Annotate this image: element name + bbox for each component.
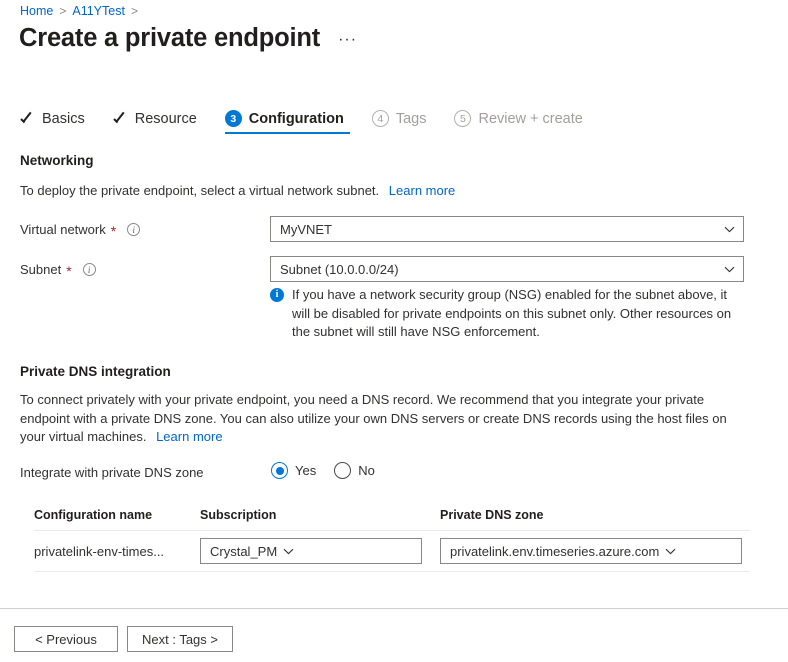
wizard-step-basics[interactable]: Basics	[20, 111, 99, 134]
breadcrumb-item-home[interactable]: Home	[20, 4, 53, 18]
breadcrumb-separator-icon: >	[59, 4, 66, 18]
subscription-dropdown[interactable]: Crystal_PM	[200, 538, 422, 564]
configuration-name-value: privatelink-env-times...	[34, 544, 192, 559]
step-number-badge: 3	[225, 110, 242, 127]
check-icon	[113, 111, 128, 126]
wizard-step-label: Resource	[135, 111, 197, 127]
dns-configuration-table: Configuration name Subscription Private …	[34, 508, 750, 572]
step-number-badge: 5	[454, 110, 471, 127]
chevron-down-icon	[724, 264, 735, 275]
step-number-badge: 4	[372, 110, 389, 127]
footer-divider	[0, 608, 788, 609]
next-tags-button[interactable]: Next : Tags >	[127, 626, 233, 652]
radio-unselected-icon	[334, 462, 351, 479]
previous-button[interactable]: < Previous	[14, 626, 118, 652]
networking-description: To deploy the private endpoint, select a…	[20, 182, 720, 201]
chevron-down-icon	[283, 546, 294, 557]
cell-configuration-name: privatelink-env-times...	[34, 544, 200, 559]
page-header: Create a private endpoint ···	[19, 26, 357, 52]
radio-option-label: Yes	[295, 463, 316, 478]
radio-selected-icon	[271, 462, 288, 479]
virtual-network-value: MyVNET	[280, 222, 718, 237]
virtual-network-label-text: Virtual network	[20, 222, 106, 237]
virtual-network-label: Virtual network * i	[20, 222, 140, 237]
subscription-value: Crystal_PM	[210, 544, 277, 559]
radio-option-yes[interactable]: Yes	[271, 462, 316, 479]
radio-option-no[interactable]: No	[334, 462, 375, 479]
cell-subscription: Crystal_PM	[200, 538, 440, 564]
breadcrumb-item-a11ytest[interactable]: A11YTest	[72, 4, 125, 18]
wizard-step-resource[interactable]: Resource	[113, 111, 211, 134]
private-dns-zone-value: privatelink.env.timeseries.azure.com	[450, 544, 659, 559]
wizard-step-label: Configuration	[249, 111, 344, 127]
chevron-down-icon	[665, 546, 676, 557]
private-dns-learn-more-link[interactable]: Learn more	[156, 429, 222, 444]
chevron-down-icon	[724, 224, 735, 235]
integrate-dns-zone-radio-group: Yes No	[271, 462, 375, 479]
wizard-step-label: Review + create	[478, 111, 582, 127]
wizard-step-review-create[interactable]: 5 Review + create	[454, 110, 596, 134]
integrate-dns-zone-label: Integrate with private DNS zone	[20, 465, 204, 480]
integrate-dns-zone-label-text: Integrate with private DNS zone	[20, 465, 204, 480]
check-icon	[20, 111, 35, 126]
column-header-subscription: Subscription	[200, 508, 440, 522]
table-row: privatelink-env-times... Crystal_PM priv…	[34, 531, 750, 572]
column-header-private-dns-zone: Private DNS zone	[440, 508, 750, 522]
required-marker: *	[111, 224, 116, 238]
virtual-network-dropdown[interactable]: MyVNET	[270, 216, 744, 242]
private-dns-description-text: To connect privately with your private e…	[20, 392, 727, 444]
nsg-info-message: i If you have a network security group (…	[270, 286, 744, 342]
subnet-label-text: Subnet	[20, 262, 61, 277]
wizard-step-label: Tags	[396, 111, 427, 127]
cell-private-dns-zone: privatelink.env.timeseries.azure.com	[440, 538, 750, 564]
networking-learn-more-link[interactable]: Learn more	[389, 183, 455, 198]
required-marker: *	[66, 264, 71, 278]
table-header-row: Configuration name Subscription Private …	[34, 508, 750, 531]
nsg-info-message-text: If you have a network security group (NS…	[292, 286, 744, 342]
info-icon[interactable]: i	[127, 223, 140, 236]
private-dns-zone-dropdown[interactable]: privatelink.env.timeseries.azure.com	[440, 538, 742, 564]
radio-option-label: No	[358, 463, 375, 478]
wizard-step-label: Basics	[42, 111, 85, 127]
more-options-icon[interactable]: ···	[338, 32, 357, 52]
wizard-step-configuration[interactable]: 3 Configuration	[225, 110, 358, 134]
subnet-dropdown[interactable]: Subnet (10.0.0.0/24)	[270, 256, 744, 282]
subnet-value: Subnet (10.0.0.0/24)	[280, 262, 718, 277]
subnet-label: Subnet * i	[20, 262, 96, 277]
info-icon[interactable]: i	[83, 263, 96, 276]
column-header-configuration-name: Configuration name	[34, 508, 200, 522]
info-icon: i	[270, 288, 284, 302]
wizard-steps: Basics Resource 3 Configuration 4 Tags 5…	[20, 110, 611, 134]
page-title: Create a private endpoint	[19, 26, 320, 52]
private-dns-description: To connect privately with your private e…	[20, 391, 736, 447]
breadcrumb: Home > A11YTest >	[20, 4, 138, 18]
private-dns-heading: Private DNS integration	[20, 364, 171, 379]
breadcrumb-separator-icon: >	[131, 4, 138, 18]
networking-heading: Networking	[20, 153, 94, 168]
networking-description-text: To deploy the private endpoint, select a…	[20, 183, 379, 198]
wizard-step-tags[interactable]: 4 Tags	[372, 110, 441, 134]
footer-actions: < Previous Next : Tags >	[14, 626, 233, 652]
